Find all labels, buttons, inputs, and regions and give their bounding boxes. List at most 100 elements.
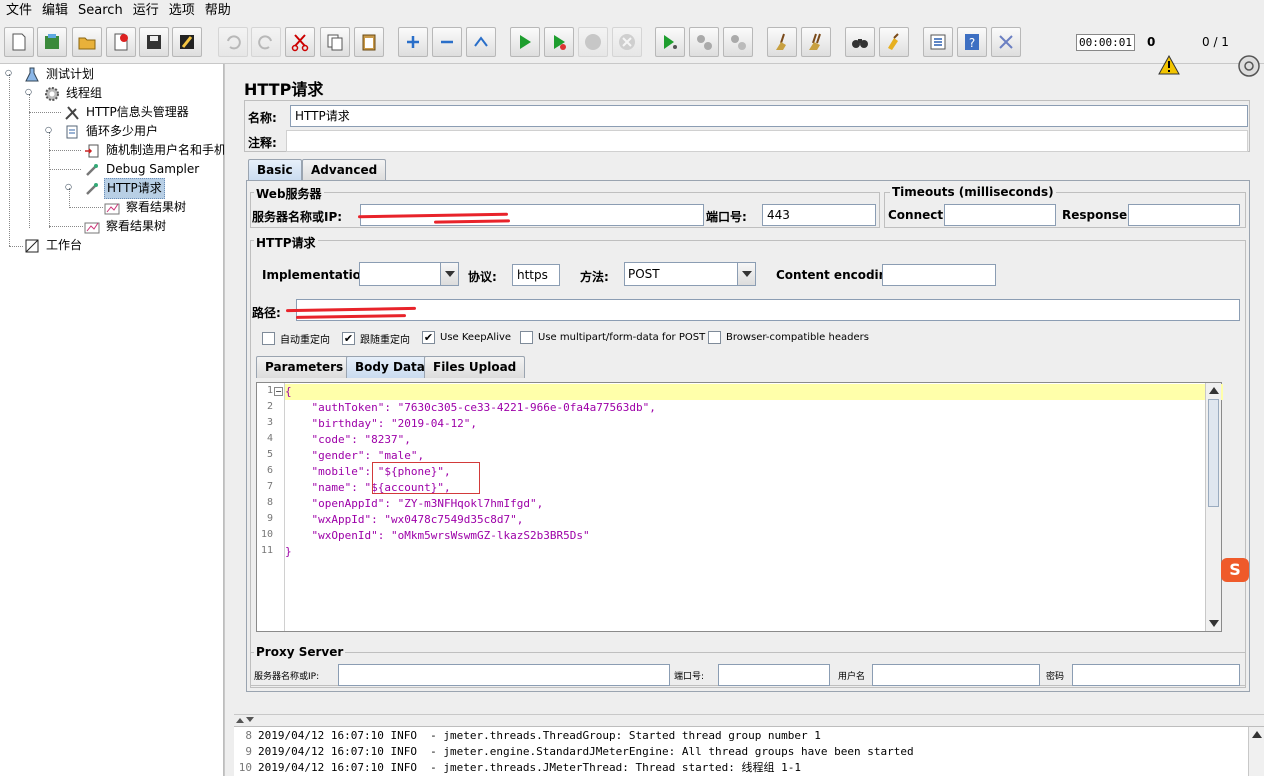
- proxy-port-label: 端口号:: [674, 672, 705, 682]
- fold-toggle[interactable]: −: [274, 387, 283, 396]
- menu-search[interactable]: Search: [76, 0, 131, 22]
- log-splitter[interactable]: [234, 714, 1264, 726]
- menu-bar: 文件 编辑 Search 运行 选项 帮助: [0, 0, 1264, 22]
- help-button[interactable]: ?: [957, 27, 987, 57]
- menu-help[interactable]: 帮助: [203, 0, 239, 22]
- path-input[interactable]: [296, 299, 1240, 321]
- browser-headers-checkbox[interactable]: Browser-compatible headers: [708, 331, 869, 344]
- clear-all-button[interactable]: [801, 27, 831, 57]
- response-timeout-input[interactable]: [1128, 204, 1240, 226]
- reset-search-button[interactable]: [879, 27, 909, 57]
- cut-button[interactable]: [285, 27, 315, 57]
- tree-item-test-plan[interactable]: 测试计划: [24, 65, 96, 84]
- close-button[interactable]: [106, 27, 136, 57]
- log-scrollbar[interactable]: [1248, 727, 1264, 776]
- splitter-arrows-icon[interactable]: [236, 717, 254, 723]
- copy-button[interactable]: [320, 27, 350, 57]
- tree-toggle-test-plan[interactable]: ○: [5, 69, 13, 78]
- function-helper-button[interactable]: [923, 27, 953, 57]
- menu-run[interactable]: 运行: [131, 0, 167, 22]
- tree-item-workbench[interactable]: 工作台: [24, 236, 84, 255]
- remote-start-icon: [664, 35, 677, 49]
- start-no-pauses-button[interactable]: [544, 27, 574, 57]
- tab-files-upload[interactable]: Files Upload: [424, 356, 526, 378]
- splitter[interactable]: [224, 64, 234, 776]
- shutdown-button[interactable]: [612, 27, 642, 57]
- proxy-user-input[interactable]: [872, 664, 1040, 686]
- tree-toggle-http[interactable]: ○: [65, 183, 73, 192]
- comment-label: 注释:: [248, 136, 277, 150]
- listener-icon: [84, 222, 100, 233]
- content-encoding-input[interactable]: [882, 264, 996, 286]
- proxy-server-input[interactable]: [338, 664, 670, 686]
- search-button[interactable]: [845, 27, 875, 57]
- protocol-input[interactable]: https: [512, 264, 560, 286]
- auto-redirect-checkbox[interactable]: 自动重定向: [262, 331, 330, 346]
- editor-scrollbar[interactable]: [1205, 383, 1221, 631]
- follow-redirect-checkbox[interactable]: ✔ 跟随重定向: [342, 331, 410, 346]
- play-no-timer-icon: [554, 35, 566, 50]
- tree-item-random-user-generator[interactable]: 随机制造用户名和手机: [84, 141, 228, 160]
- expand-button[interactable]: [398, 27, 428, 57]
- proxy-password-label: 密码: [1046, 672, 1065, 682]
- method-select[interactable]: POST: [624, 262, 756, 286]
- implementation-select[interactable]: [359, 262, 459, 286]
- list-icon: [930, 34, 946, 50]
- scroll-up-icon[interactable]: [1209, 386, 1219, 394]
- proxy-port-input[interactable]: [718, 664, 830, 686]
- remote-stop-icon: [697, 35, 712, 50]
- start-button[interactable]: [510, 27, 540, 57]
- tab-advanced[interactable]: Advanced: [302, 159, 387, 181]
- clear-button[interactable]: [767, 27, 797, 57]
- scroll-thumb[interactable]: [1208, 399, 1219, 507]
- edit-icon: [180, 35, 194, 49]
- stop-button[interactable]: [578, 27, 608, 57]
- svg-text:?: ?: [969, 36, 975, 50]
- save-screenshot-button[interactable]: [172, 27, 202, 57]
- tab-basic[interactable]: Basic: [248, 159, 302, 181]
- templates-button[interactable]: [37, 27, 67, 57]
- tree-item-thread-group[interactable]: 线程组: [44, 84, 104, 103]
- tree-toggle-thread-group[interactable]: ○: [25, 88, 33, 97]
- undo-button[interactable]: [218, 27, 248, 57]
- name-input[interactable]: HTTP请求: [290, 105, 1248, 127]
- tree-item-http-header-manager[interactable]: HTTP信息头管理器: [64, 103, 191, 122]
- remote-start-button[interactable]: [655, 27, 685, 57]
- connect-timeout-input[interactable]: [944, 204, 1056, 226]
- collapse-button[interactable]: [432, 27, 462, 57]
- tree-item-loop-controller[interactable]: 循环多少用户: [64, 122, 160, 141]
- annotation-box: [372, 462, 480, 494]
- body-data-editor[interactable]: 1 2 3 4 5 6 7 8 9 10 11 − { "authToken":…: [256, 382, 1223, 632]
- templates-icon: [45, 34, 59, 49]
- port-input[interactable]: 443: [762, 204, 876, 226]
- proxy-password-input[interactable]: [1072, 664, 1240, 686]
- scroll-down-icon[interactable]: [1209, 620, 1219, 628]
- loop-controller-icon: [66, 125, 78, 138]
- scroll-up-icon[interactable]: [1252, 730, 1262, 738]
- ime-badge-icon[interactable]: S: [1221, 558, 1249, 582]
- tree-item-result-tree-child[interactable]: 察看结果树: [104, 198, 188, 217]
- tree-item-http-request[interactable]: HTTP请求: [84, 178, 165, 199]
- keepalive-checkbox[interactable]: ✔ Use KeepAlive: [422, 331, 511, 344]
- paste-button[interactable]: [354, 27, 384, 57]
- multipart-checkbox[interactable]: Use multipart/form-data for POST: [520, 331, 705, 344]
- tree-item-result-tree[interactable]: 察看结果树: [84, 217, 168, 236]
- tab-parameters[interactable]: Parameters: [256, 356, 353, 378]
- save-button[interactable]: [139, 27, 169, 57]
- remote-shutdown-button[interactable]: [723, 27, 753, 57]
- remote-engines-button[interactable]: [991, 27, 1021, 57]
- menu-options[interactable]: 选项: [167, 0, 203, 22]
- open-button[interactable]: [72, 27, 102, 57]
- remote-stop-button[interactable]: [689, 27, 719, 57]
- tree-toggle-loop[interactable]: ○: [45, 126, 53, 135]
- comment-input[interactable]: [286, 130, 1248, 152]
- new-file-icon: [12, 33, 26, 51]
- tree-item-debug-sampler[interactable]: Debug Sampler: [84, 160, 201, 179]
- menu-file[interactable]: 文件: [4, 0, 40, 22]
- new-button[interactable]: [4, 27, 34, 57]
- tab-body-data[interactable]: Body Data: [346, 356, 434, 378]
- menu-edit[interactable]: 编辑: [40, 0, 76, 22]
- toggle-button[interactable]: [466, 27, 496, 57]
- redo-button[interactable]: [251, 27, 281, 57]
- method-label: 方法:: [580, 270, 609, 284]
